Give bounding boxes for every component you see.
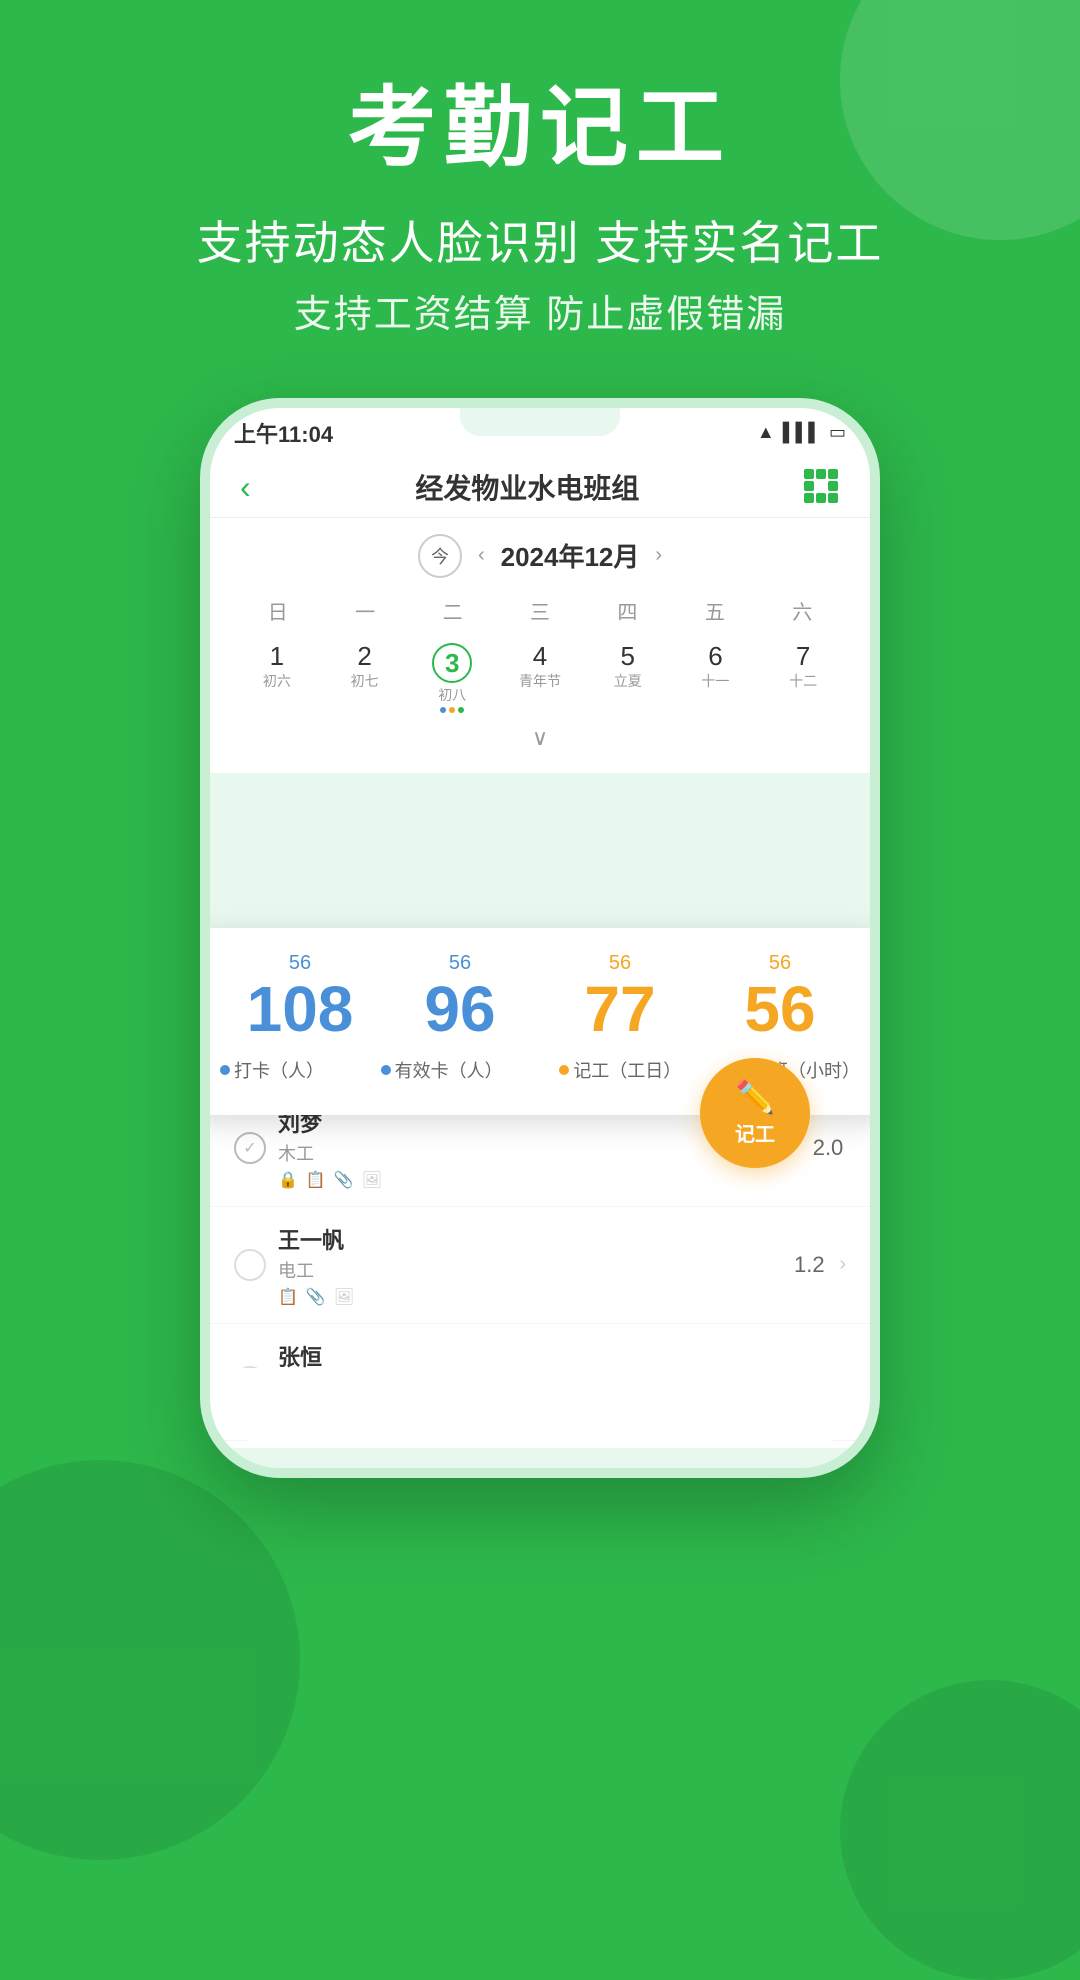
stat-valid-num: 96 bbox=[380, 977, 540, 1041]
phone-bottom-bar bbox=[210, 1368, 870, 1448]
calendar-header: 今 ‹ 2024年12月 › bbox=[234, 534, 846, 578]
stat-checkin-small: 56 bbox=[220, 952, 380, 975]
dot-blue-1 bbox=[220, 1065, 230, 1075]
fab-record-button[interactable]: ✏️ 记工 bbox=[700, 1058, 810, 1168]
stat-valid-small: 56 bbox=[380, 952, 540, 975]
signal-icon: ▌▌▌ bbox=[783, 422, 821, 443]
worker-item[interactable]: 王一帆 电工 📋 📎 🖼 1.2 › bbox=[210, 1207, 870, 1324]
fab-edit-icon: ✏️ bbox=[735, 1078, 775, 1116]
subtitle-line2: 支持工资结算 防止虚假错漏 bbox=[0, 283, 1080, 338]
dot-orange-1 bbox=[559, 1065, 569, 1075]
worker-name-4: 张恒 bbox=[278, 1340, 815, 1372]
clip-icon: 📎 bbox=[306, 1287, 326, 1307]
weekday-sat: 六 bbox=[759, 592, 846, 629]
worker-hour2-2: 2.0 bbox=[810, 1135, 846, 1161]
weekday-sun: 日 bbox=[234, 592, 321, 629]
stat-overtime-num: 56 bbox=[700, 977, 860, 1041]
day-3-today[interactable]: 3 初八 bbox=[409, 637, 495, 719]
weekday-wed: 三 bbox=[496, 592, 583, 629]
nav-bar: ‹ 经发物业水电班组 bbox=[210, 458, 870, 518]
weekday-tue: 二 bbox=[409, 592, 496, 629]
day-7[interactable]: 7 十二 bbox=[760, 637, 846, 719]
worker-role-2: 木工 bbox=[278, 1140, 738, 1166]
day-4[interactable]: 4 青年节 bbox=[497, 637, 583, 719]
worker-info-2: 刘梦 木工 🔒 📋 📎 🖼 bbox=[278, 1106, 738, 1190]
header-section: 考勤记工 支持动态人脸识别 支持实名记工 支持工资结算 防止虚假错漏 bbox=[0, 0, 1080, 338]
stat-record: 56 77 bbox=[540, 952, 700, 1041]
doc-icon: 📋 bbox=[278, 1287, 298, 1307]
worker-arrow-3: › bbox=[839, 1253, 846, 1276]
nav-title: 经发物业水电班组 bbox=[415, 467, 639, 507]
bg-circle-bottom-right bbox=[840, 1680, 1080, 1980]
worker-role-3: 电工 bbox=[278, 1257, 779, 1283]
stat-checkin-num: 108 bbox=[220, 977, 380, 1041]
day-2[interactable]: 2 初七 bbox=[322, 637, 408, 719]
phone-mockup: 上午11:04 ▲ ▌▌▌ ▭ ‹ 经发物业水电班组 bbox=[200, 398, 880, 1478]
today-badge[interactable]: 今 bbox=[418, 534, 462, 578]
subtitle-line1: 支持动态人脸识别 支持实名记工 bbox=[0, 207, 1080, 273]
stat-valid-label: 有效卡（人） bbox=[381, 1057, 503, 1083]
status-time: 上午11:04 bbox=[234, 417, 333, 449]
worker-check-3[interactable] bbox=[234, 1249, 266, 1281]
qr-icon[interactable] bbox=[804, 469, 840, 505]
weekday-mon: 一 bbox=[321, 592, 408, 629]
weekday-fri: 五 bbox=[671, 592, 758, 629]
doc-icon: 📋 bbox=[306, 1170, 326, 1190]
calendar-expand-btn[interactable]: ∨ bbox=[234, 719, 846, 757]
next-month-arrow[interactable]: › bbox=[655, 544, 662, 567]
stat-checkin: 56 108 bbox=[220, 952, 380, 1041]
day-6[interactable]: 6 十一 bbox=[673, 637, 759, 719]
status-icons: ▲ ▌▌▌ ▭ bbox=[757, 422, 846, 443]
stat-record-small: 56 bbox=[540, 952, 700, 975]
stat-record-label: 记工（工日） bbox=[559, 1057, 681, 1083]
lock-icon: 🔒 bbox=[278, 1170, 298, 1190]
worker-hour1-3: 1.2 bbox=[791, 1252, 827, 1278]
weekday-thu: 四 bbox=[584, 592, 671, 629]
stat-valid: 56 96 bbox=[380, 952, 540, 1041]
calendar-section: 今 ‹ 2024年12月 › 日 一 二 三 四 五 六 bbox=[210, 518, 870, 773]
day-1[interactable]: 1 初六 bbox=[234, 637, 320, 719]
stats-numbers-row: 56 108 56 96 56 77 56 56 bbox=[220, 952, 860, 1041]
today-label: 今 bbox=[431, 543, 449, 569]
calendar-weekdays: 日 一 二 三 四 五 六 bbox=[234, 592, 846, 629]
stat-overtime-small: 56 bbox=[700, 952, 860, 975]
worker-check-2[interactable]: ✓ bbox=[234, 1132, 266, 1164]
prev-month-arrow[interactable]: ‹ bbox=[478, 544, 485, 567]
phone-notch bbox=[460, 408, 620, 436]
battery-icon: ▭ bbox=[829, 422, 846, 443]
worker-name-3: 王一帆 bbox=[278, 1223, 779, 1255]
fab-label: 记工 bbox=[735, 1118, 775, 1147]
back-button[interactable]: ‹ bbox=[240, 469, 251, 506]
wifi-icon: ▲ bbox=[757, 422, 775, 443]
day-5[interactable]: 5 立夏 bbox=[585, 637, 671, 719]
phone-content: 今 ‹ 2024年12月 › 日 一 二 三 四 五 六 bbox=[210, 518, 870, 1448]
worker-icons-3: 📋 📎 🖼 bbox=[278, 1287, 779, 1307]
worker-hours-3: 1.2 bbox=[791, 1252, 827, 1278]
img-icon: 🖼 bbox=[334, 1287, 354, 1307]
calendar-days: 1 初六 2 初七 3 初八 bbox=[234, 637, 846, 719]
stat-checkin-label: 打卡（人） bbox=[220, 1057, 324, 1083]
stat-overtime: 56 56 bbox=[700, 952, 860, 1041]
bg-circle-bottom-left bbox=[0, 1460, 300, 1860]
worker-info-3: 王一帆 电工 📋 📎 🖼 bbox=[278, 1223, 779, 1307]
stat-record-num: 77 bbox=[540, 977, 700, 1041]
calendar-month: 2024年12月 bbox=[501, 537, 640, 574]
img-icon: 🖼 bbox=[362, 1170, 382, 1190]
dot-blue-2 bbox=[381, 1065, 391, 1075]
main-title: 考勤记工 bbox=[0, 80, 1080, 177]
phone-container: 上午11:04 ▲ ▌▌▌ ▭ ‹ 经发物业水电班组 bbox=[0, 398, 1080, 1478]
clip-icon: 📎 bbox=[334, 1170, 354, 1190]
worker-icons-2: 🔒 📋 📎 🖼 bbox=[278, 1170, 738, 1190]
